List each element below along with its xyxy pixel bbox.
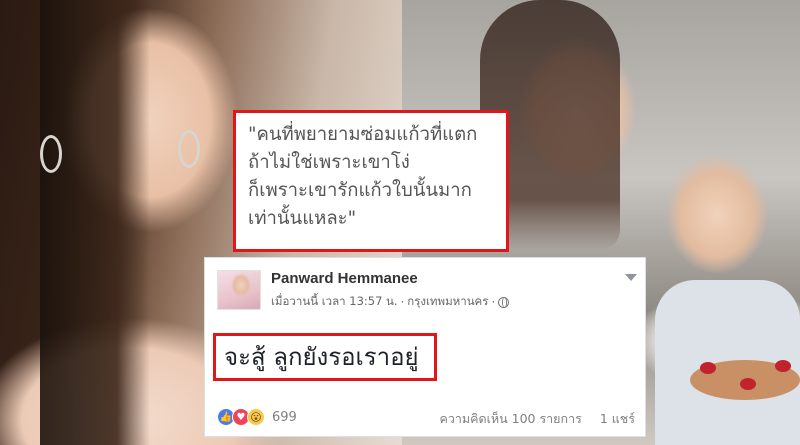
- meta-separator: ·: [400, 295, 405, 309]
- wow-icon: 😮: [247, 408, 265, 426]
- hair-shading: [40, 0, 150, 445]
- comments-count-link[interactable]: ความคิดเห็น 100 รายการ: [439, 409, 581, 429]
- chevron-down-icon[interactable]: [625, 274, 637, 281]
- earring-left: [178, 130, 200, 168]
- post-stats: ความคิดเห็น 100 รายการ 1 แชร์: [439, 409, 635, 429]
- strawberry: [700, 362, 716, 374]
- shares-count-link[interactable]: 1 แชร์: [600, 409, 635, 429]
- avatar[interactable]: [217, 270, 261, 310]
- status-text: จะสู้ ลูกยังรอเราอยู่: [224, 343, 419, 371]
- author-name[interactable]: Panward Hemmanee: [271, 270, 418, 287]
- post-meta: เมื่อวานนี้ เวลา 13:57 น. · กรุงเทพมหานค…: [271, 293, 510, 311]
- meta-separator: ·: [491, 295, 496, 309]
- post-location[interactable]: กรุงเทพมหานคร: [407, 293, 488, 311]
- earring-right: [40, 135, 62, 173]
- strawberry: [775, 360, 791, 372]
- post-timestamp[interactable]: เมื่อวานนี้ เวลา 13:57 น.: [271, 293, 398, 311]
- globe-icon: [498, 296, 510, 308]
- facebook-post: Panward Hemmanee เมื่อวานนี้ เวลา 13:57 …: [204, 257, 646, 437]
- quote-text: "คนที่พยายามซ่อมแก้วที่แตก ถ้าไม่ใช่เพรา…: [248, 124, 478, 229]
- status-highlight-box: จะสู้ ลูกยังรอเราอยู่: [213, 333, 437, 381]
- quote-card: "คนที่พยายามซ่อมแก้วที่แตก ถ้าไม่ใช่เพรา…: [233, 110, 509, 252]
- reaction-count: 699: [272, 409, 297, 425]
- strawberry: [740, 378, 756, 390]
- reactions-summary[interactable]: 👍 ♥ 😮 699: [217, 408, 297, 426]
